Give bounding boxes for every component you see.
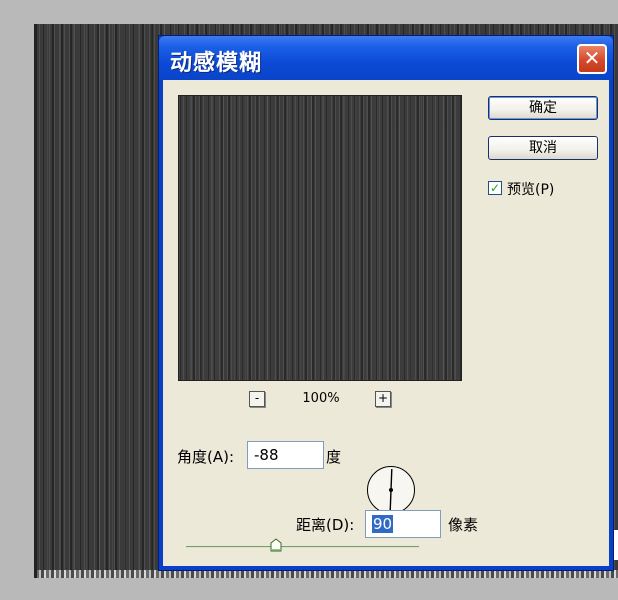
check-icon: ✓ xyxy=(489,181,501,195)
preview-window[interactable] xyxy=(178,95,462,381)
ok-button[interactable]: 确定 xyxy=(488,96,598,120)
zoom-in-label: + xyxy=(377,391,389,405)
title-bar[interactable]: 动感模糊 ✕ xyxy=(159,36,613,80)
distance-slider-track[interactable] xyxy=(186,546,419,548)
cancel-button[interactable]: 取消 xyxy=(488,136,598,160)
distance-label: 距离(D): xyxy=(296,516,355,534)
distance-value: 90 xyxy=(372,515,394,533)
motion-blur-dialog: 动感模糊 ✕ - 100% + 确定 取消 ✓ 预览(P) 角度(A): -88… xyxy=(158,35,614,571)
zoom-level: 100% xyxy=(302,391,340,406)
dialog-title: 动感模糊 xyxy=(170,51,263,76)
angle-value: -88 xyxy=(254,446,279,464)
angle-unit: 度 xyxy=(326,448,342,466)
preview-checkbox[interactable]: ✓ xyxy=(488,181,502,195)
angle-dial[interactable] xyxy=(367,466,415,514)
preview-label: 预览(P) xyxy=(507,182,555,198)
slider-thumb-icon[interactable] xyxy=(270,538,282,552)
distance-input[interactable]: 90 xyxy=(365,510,441,538)
zoom-out-button[interactable]: - xyxy=(249,391,265,407)
workspace-edge xyxy=(614,530,618,560)
canvas-edge xyxy=(34,24,37,578)
dialog-body: - 100% + 确定 取消 ✓ 预览(P) 角度(A): -88 度 距离(D… xyxy=(163,80,609,566)
zoom-in-button[interactable]: + xyxy=(375,391,391,407)
angle-input[interactable]: -88 xyxy=(247,441,324,469)
angle-label: 角度(A): xyxy=(177,448,235,466)
close-button[interactable]: ✕ xyxy=(577,44,607,74)
zoom-out-label: - xyxy=(254,391,260,405)
close-icon: ✕ xyxy=(583,46,601,70)
angle-dial-icon xyxy=(389,468,393,512)
distance-unit: 像素 xyxy=(448,516,479,534)
